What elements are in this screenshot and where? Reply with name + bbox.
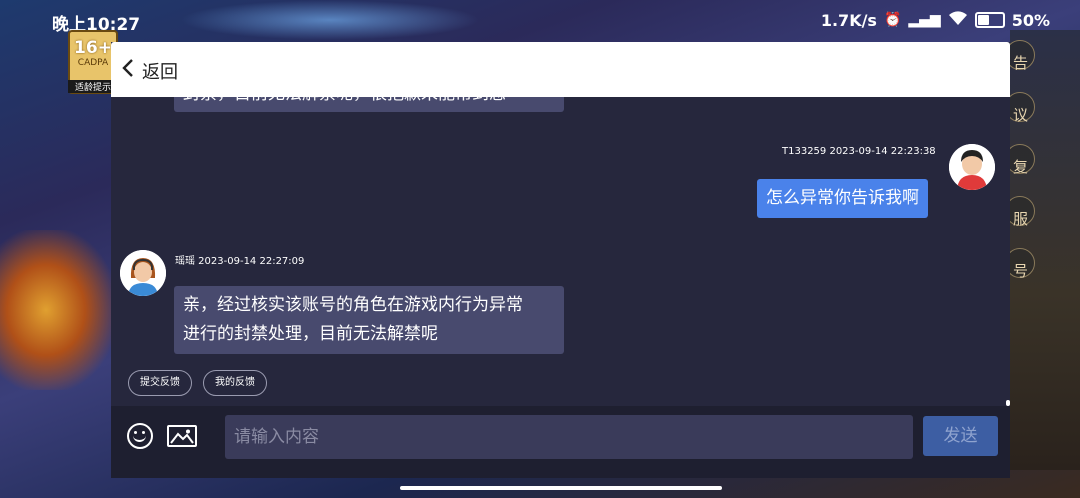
back-button[interactable]: 返回: [142, 58, 178, 84]
my-feedback-button[interactable]: 我的反馈: [203, 370, 267, 396]
game-side-menu: 告 议 复 服 号: [1005, 38, 1080, 298]
age-rating-sub: CADPA: [77, 58, 109, 68]
age-rating: 16+: [74, 38, 112, 58]
home-indicator[interactable]: [400, 486, 722, 490]
status-bar: 晚上10:27 1.7K/s ⏰ ▂▄▆ 50%: [0, 0, 1080, 40]
message-input[interactable]: [225, 415, 913, 459]
submit-feedback-button[interactable]: 提交反馈: [128, 370, 192, 396]
side-menu-item-account[interactable]: 号: [1005, 246, 1080, 298]
alarm-icon: ⏰: [883, 12, 902, 28]
battery-percent: 50%: [1011, 10, 1050, 30]
chat-bubble-agent: 亲，经过核实该账号的角色在游戏内行为异常 进行的封禁处理，目前无法解禁呢: [174, 286, 564, 354]
side-menu-item-service[interactable]: 服: [1005, 194, 1080, 246]
wifi-icon: [948, 10, 968, 30]
dialog-header: 返回: [111, 42, 1010, 97]
user-message-meta: T133259 2023-09-14 22:23:38: [782, 146, 936, 157]
agent-message-line1: 亲，经过核实该账号的角色在游戏内行为异常: [183, 295, 523, 315]
customer-service-dialog: 返回 封禁，目前无法解禁呢，很抱歉未能帮到您 T133259 2023-09-1…: [111, 42, 1010, 478]
game-background-art: [0, 230, 115, 390]
signal-icon: ▂▄▆: [908, 12, 941, 28]
side-menu-item-repair[interactable]: 复: [1005, 142, 1080, 194]
agent-message-meta: 瑶瑶 2023-09-14 22:27:09: [175, 256, 305, 267]
chevron-left-icon[interactable]: [121, 57, 135, 85]
side-menu-item-notice[interactable]: 告: [1005, 38, 1080, 90]
battery-icon: [974, 12, 1005, 28]
chat-bubble-user: 怎么异常你告诉我啊: [757, 179, 928, 218]
input-bar: 发送: [111, 406, 1010, 478]
network-speed: 1.7K/s: [820, 10, 877, 30]
emoji-icon[interactable]: [127, 423, 153, 449]
image-icon[interactable]: [167, 425, 197, 447]
quick-action-chips: 提交反馈 我的反馈: [128, 370, 267, 396]
agent-message-line2: 进行的封禁处理，目前无法解禁呢: [183, 324, 438, 344]
status-right: 1.7K/s ⏰ ▂▄▆ 50%: [821, 10, 1050, 30]
send-button[interactable]: 发送: [923, 416, 998, 456]
agent-avatar: [120, 250, 166, 296]
side-menu-item-agreement[interactable]: 议: [1005, 90, 1080, 142]
user-avatar: [949, 144, 995, 190]
